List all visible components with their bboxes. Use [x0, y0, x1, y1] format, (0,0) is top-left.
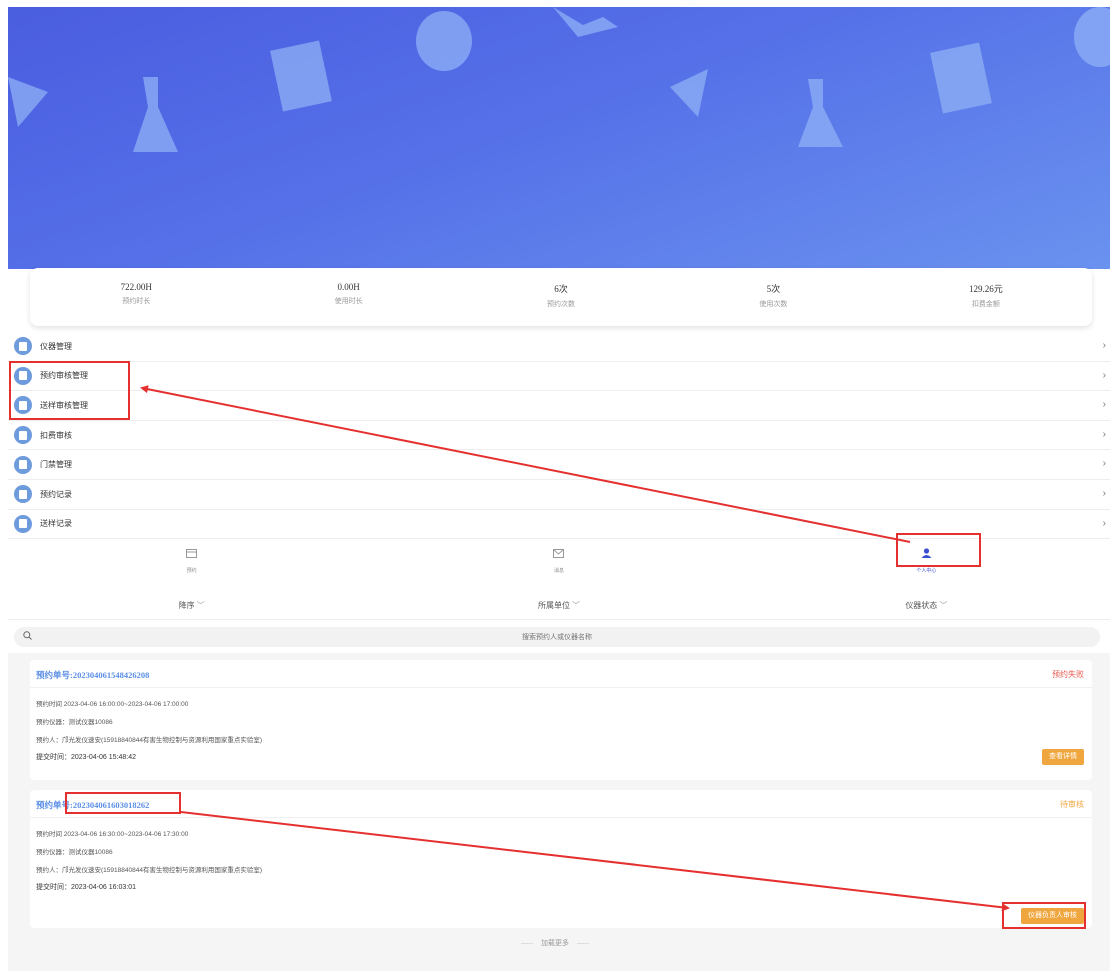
stat-value: 6次 — [554, 284, 568, 294]
stat-usage-duration: 0.00H 使用时长 — [242, 268, 454, 326]
booking-time: 预约时间 2023-04-06 16:00:00~2023-04-06 17:0… — [36, 701, 189, 708]
stat-label: 使用次数 — [759, 301, 788, 308]
stat-deduction-amount: 129.26元 扣费金额 — [880, 268, 1092, 326]
chevron-down-icon: ﹀ — [196, 601, 205, 610]
menu-item-instrument-management[interactable]: 仪器管理 › — [8, 332, 1110, 362]
booking-person: 预约人：邝光发仪速安(15918840844有害生物控制与资源利用国家重点实验室… — [36, 737, 263, 744]
card-header: 预约单号:202304061603018262 待审核 — [30, 790, 1092, 818]
tab-label: 预约 — [186, 568, 197, 574]
menu-item-label: 门禁管理 — [40, 460, 72, 470]
stat-value: 722.00H — [120, 282, 152, 292]
tab-label: 个人中心 — [916, 568, 937, 574]
menu-item-sample-review[interactable]: 送样审核管理 › — [8, 391, 1110, 421]
calendar-icon — [186, 549, 198, 558]
stat-label: 使用时长 — [334, 298, 363, 305]
search-bar — [14, 627, 1100, 647]
status-badge: 待审核 — [1060, 800, 1084, 809]
submit-time: 提交时间：2023-04-06 16:03:01 — [36, 884, 136, 891]
filter-label: 所属单位 — [537, 601, 570, 610]
tab-booking[interactable]: 预约 — [8, 540, 375, 574]
chevron-right-icon: › — [1102, 517, 1106, 529]
search-input[interactable] — [14, 627, 1100, 647]
menu-item-label: 扣费审核 — [40, 430, 72, 440]
menu-item-booking-review[interactable]: 预约审核管理 › — [8, 362, 1110, 392]
booking-person: 预约人：邝光发仪速安(15918840844有害生物控制与资源利用国家重点实验室… — [36, 867, 263, 874]
filter-sort[interactable]: 降序 ﹀ — [8, 600, 375, 619]
menu-item-access-control[interactable]: 门禁管理 › — [8, 450, 1110, 480]
annotation-box-order-number — [65, 792, 181, 814]
menu-item-fee-review[interactable]: 扣费审核 › — [8, 421, 1110, 451]
stat-value: 5次 — [766, 284, 781, 294]
chevron-right-icon: › — [1102, 340, 1106, 351]
annotation-box-menu — [9, 361, 130, 420]
header-banner — [8, 7, 1110, 269]
menu-item-label: 送样记录 — [40, 519, 72, 529]
filter-unit[interactable]: 所属单位 ﹀ — [375, 600, 742, 619]
screen: 722.00H 预约时长 0.00H 使用时长 6次 预约次数 5次 使用次数 … — [0, 0, 1110, 971]
filter-bar: 降序 ﹀ 所属单位 ﹀ 仪器状态 ﹀ — [8, 600, 1110, 620]
mail-icon — [553, 549, 565, 558]
tab-messages[interactable]: 消息 — [375, 540, 742, 574]
stat-usage-count: 5次 使用次数 — [667, 268, 879, 326]
load-more[interactable]: 加载更多 — [0, 938, 1110, 948]
order-number[interactable]: 预约单号:202304061548426208 — [36, 669, 149, 681]
stat-label: 扣费金额 — [971, 301, 1000, 308]
filter-label: 仪器状态 — [905, 601, 938, 610]
chevron-down-icon: ﹀ — [939, 601, 948, 610]
chevron-right-icon: › — [1102, 487, 1106, 499]
function-menu: 仪器管理 › 预约审核管理 › 送样审核管理 › 扣费审核 › 门禁管理 › 预… — [8, 332, 1110, 540]
status-badge: 预约失败 — [1052, 670, 1084, 679]
menu-item-booking-records[interactable]: 预约记录 › — [8, 480, 1110, 510]
chevron-right-icon: › — [1102, 428, 1106, 440]
chevron-right-icon: › — [1102, 369, 1106, 381]
chevron-right-icon: › — [1102, 399, 1106, 411]
booking-instrument: 预约仪器：测试仪器10086 — [36, 719, 113, 726]
stats-card: 722.00H 预约时长 0.00H 使用时长 6次 预约次数 5次 使用次数 … — [30, 268, 1092, 326]
booking-card: 预约单号:202304061548426208 预约失败 预约时间 2023-0… — [30, 660, 1092, 780]
stat-label: 预约次数 — [547, 301, 576, 308]
document-icon — [14, 426, 32, 445]
document-icon — [14, 455, 32, 474]
menu-item-label: 预约记录 — [40, 489, 72, 499]
filter-label: 降序 — [178, 601, 195, 610]
stat-value: 0.00H — [337, 282, 360, 292]
document-icon — [14, 337, 32, 356]
stat-booking-count: 6次 预约次数 — [455, 268, 667, 326]
lab-illustration — [8, 7, 1110, 152]
document-icon — [14, 485, 32, 504]
stat-value: 129.26元 — [968, 284, 1003, 294]
filter-instrument-status[interactable]: 仪器状态 ﹀ — [743, 600, 1110, 619]
view-details-button[interactable]: 查看详情 — [1042, 749, 1084, 765]
annotation-box-review-button — [1002, 902, 1086, 929]
tab-label: 消息 — [553, 568, 564, 574]
stat-booking-duration: 722.00H 预约时长 — [30, 268, 242, 326]
submit-time: 提交时间：2023-04-06 15:48:42 — [36, 754, 136, 761]
booking-time: 预约时间 2023-04-06 16:30:00~2023-04-06 17:3… — [36, 831, 189, 838]
card-header: 预约单号:202304061548426208 预约失败 — [30, 660, 1092, 688]
stat-label: 预约时长 — [122, 298, 151, 305]
document-icon — [14, 514, 32, 533]
annotation-box-personal-tab — [896, 533, 981, 567]
load-more-label: 加载更多 — [541, 940, 569, 947]
booking-instrument: 预约仪器：测试仪器10086 — [36, 849, 113, 856]
booking-card: 预约单号:202304061603018262 待审核 预约时间 2023-04… — [30, 790, 1092, 928]
chevron-down-icon: ﹀ — [571, 601, 580, 610]
chevron-right-icon: › — [1102, 458, 1106, 470]
menu-item-label: 仪器管理 — [40, 341, 72, 351]
